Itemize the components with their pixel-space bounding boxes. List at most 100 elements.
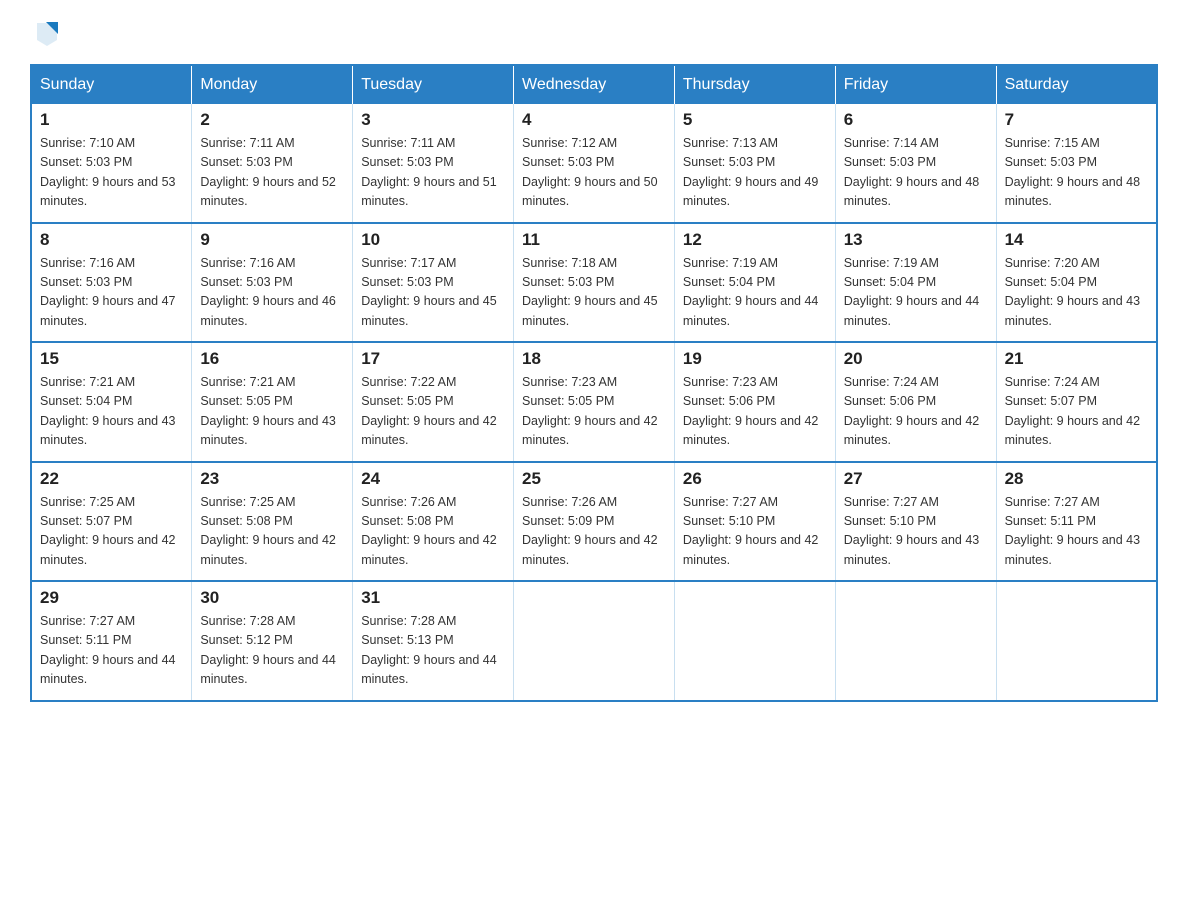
- weekday-header-sunday: Sunday: [31, 65, 192, 104]
- day-number: 25: [522, 469, 666, 489]
- day-number: 8: [40, 230, 183, 250]
- day-number: 26: [683, 469, 827, 489]
- day-number: 19: [683, 349, 827, 369]
- day-number: 4: [522, 110, 666, 130]
- day-number: 27: [844, 469, 988, 489]
- calendar-cell: 13 Sunrise: 7:19 AMSunset: 5:04 PMDaylig…: [835, 223, 996, 343]
- calendar-cell: 1 Sunrise: 7:10 AMSunset: 5:03 PMDayligh…: [31, 104, 192, 223]
- day-info: Sunrise: 7:13 AMSunset: 5:03 PMDaylight:…: [683, 136, 819, 208]
- calendar-cell: 23 Sunrise: 7:25 AMSunset: 5:08 PMDaylig…: [192, 462, 353, 582]
- day-number: 17: [361, 349, 505, 369]
- day-number: 3: [361, 110, 505, 130]
- day-info: Sunrise: 7:21 AMSunset: 5:05 PMDaylight:…: [200, 375, 336, 447]
- calendar-cell: 11 Sunrise: 7:18 AMSunset: 5:03 PMDaylig…: [514, 223, 675, 343]
- calendar-cell: 25 Sunrise: 7:26 AMSunset: 5:09 PMDaylig…: [514, 462, 675, 582]
- day-info: Sunrise: 7:10 AMSunset: 5:03 PMDaylight:…: [40, 136, 176, 208]
- calendar-cell: 19 Sunrise: 7:23 AMSunset: 5:06 PMDaylig…: [674, 342, 835, 462]
- calendar-cell: 21 Sunrise: 7:24 AMSunset: 5:07 PMDaylig…: [996, 342, 1157, 462]
- day-number: 23: [200, 469, 344, 489]
- calendar-cell: 4 Sunrise: 7:12 AMSunset: 5:03 PMDayligh…: [514, 104, 675, 223]
- weekday-header-thursday: Thursday: [674, 65, 835, 104]
- calendar-cell: 24 Sunrise: 7:26 AMSunset: 5:08 PMDaylig…: [353, 462, 514, 582]
- weekday-header-tuesday: Tuesday: [353, 65, 514, 104]
- day-info: Sunrise: 7:25 AMSunset: 5:07 PMDaylight:…: [40, 495, 176, 567]
- calendar-cell: 27 Sunrise: 7:27 AMSunset: 5:10 PMDaylig…: [835, 462, 996, 582]
- day-info: Sunrise: 7:18 AMSunset: 5:03 PMDaylight:…: [522, 256, 658, 328]
- day-number: 21: [1005, 349, 1148, 369]
- calendar-cell: [514, 581, 675, 701]
- day-info: Sunrise: 7:16 AMSunset: 5:03 PMDaylight:…: [40, 256, 176, 328]
- day-info: Sunrise: 7:22 AMSunset: 5:05 PMDaylight:…: [361, 375, 497, 447]
- calendar-week-row: 1 Sunrise: 7:10 AMSunset: 5:03 PMDayligh…: [31, 104, 1157, 223]
- calendar-cell: 31 Sunrise: 7:28 AMSunset: 5:13 PMDaylig…: [353, 581, 514, 701]
- calendar-cell: 17 Sunrise: 7:22 AMSunset: 5:05 PMDaylig…: [353, 342, 514, 462]
- day-number: 11: [522, 230, 666, 250]
- day-info: Sunrise: 7:27 AMSunset: 5:11 PMDaylight:…: [40, 614, 176, 686]
- weekday-header-wednesday: Wednesday: [514, 65, 675, 104]
- calendar-table: SundayMondayTuesdayWednesdayThursdayFrid…: [30, 64, 1158, 702]
- day-number: 24: [361, 469, 505, 489]
- day-info: Sunrise: 7:27 AMSunset: 5:10 PMDaylight:…: [844, 495, 980, 567]
- day-info: Sunrise: 7:11 AMSunset: 5:03 PMDaylight:…: [361, 136, 497, 208]
- calendar-cell: 29 Sunrise: 7:27 AMSunset: 5:11 PMDaylig…: [31, 581, 192, 701]
- calendar-cell: 8 Sunrise: 7:16 AMSunset: 5:03 PMDayligh…: [31, 223, 192, 343]
- calendar-cell: 16 Sunrise: 7:21 AMSunset: 5:05 PMDaylig…: [192, 342, 353, 462]
- calendar-cell: 3 Sunrise: 7:11 AMSunset: 5:03 PMDayligh…: [353, 104, 514, 223]
- day-number: 7: [1005, 110, 1148, 130]
- calendar-week-row: 29 Sunrise: 7:27 AMSunset: 5:11 PMDaylig…: [31, 581, 1157, 701]
- day-info: Sunrise: 7:23 AMSunset: 5:05 PMDaylight:…: [522, 375, 658, 447]
- day-info: Sunrise: 7:11 AMSunset: 5:03 PMDaylight:…: [200, 136, 336, 208]
- day-number: 9: [200, 230, 344, 250]
- logo-icon: [32, 18, 62, 48]
- calendar-header-row: SundayMondayTuesdayWednesdayThursdayFrid…: [31, 65, 1157, 104]
- day-info: Sunrise: 7:23 AMSunset: 5:06 PMDaylight:…: [683, 375, 819, 447]
- day-number: 18: [522, 349, 666, 369]
- logo: [30, 20, 62, 48]
- weekday-header-monday: Monday: [192, 65, 353, 104]
- day-number: 13: [844, 230, 988, 250]
- day-info: Sunrise: 7:24 AMSunset: 5:06 PMDaylight:…: [844, 375, 980, 447]
- day-number: 10: [361, 230, 505, 250]
- day-number: 28: [1005, 469, 1148, 489]
- calendar-week-row: 22 Sunrise: 7:25 AMSunset: 5:07 PMDaylig…: [31, 462, 1157, 582]
- day-info: Sunrise: 7:19 AMSunset: 5:04 PMDaylight:…: [844, 256, 980, 328]
- day-number: 5: [683, 110, 827, 130]
- day-info: Sunrise: 7:28 AMSunset: 5:12 PMDaylight:…: [200, 614, 336, 686]
- day-info: Sunrise: 7:26 AMSunset: 5:08 PMDaylight:…: [361, 495, 497, 567]
- weekday-header-saturday: Saturday: [996, 65, 1157, 104]
- day-info: Sunrise: 7:26 AMSunset: 5:09 PMDaylight:…: [522, 495, 658, 567]
- calendar-cell: 2 Sunrise: 7:11 AMSunset: 5:03 PMDayligh…: [192, 104, 353, 223]
- calendar-cell: 28 Sunrise: 7:27 AMSunset: 5:11 PMDaylig…: [996, 462, 1157, 582]
- day-info: Sunrise: 7:27 AMSunset: 5:10 PMDaylight:…: [683, 495, 819, 567]
- calendar-cell: 12 Sunrise: 7:19 AMSunset: 5:04 PMDaylig…: [674, 223, 835, 343]
- day-number: 29: [40, 588, 183, 608]
- day-number: 20: [844, 349, 988, 369]
- calendar-cell: 9 Sunrise: 7:16 AMSunset: 5:03 PMDayligh…: [192, 223, 353, 343]
- calendar-cell: 14 Sunrise: 7:20 AMSunset: 5:04 PMDaylig…: [996, 223, 1157, 343]
- calendar-cell: 7 Sunrise: 7:15 AMSunset: 5:03 PMDayligh…: [996, 104, 1157, 223]
- day-number: 6: [844, 110, 988, 130]
- calendar-cell: 26 Sunrise: 7:27 AMSunset: 5:10 PMDaylig…: [674, 462, 835, 582]
- day-info: Sunrise: 7:24 AMSunset: 5:07 PMDaylight:…: [1005, 375, 1141, 447]
- day-info: Sunrise: 7:12 AMSunset: 5:03 PMDaylight:…: [522, 136, 658, 208]
- day-number: 2: [200, 110, 344, 130]
- day-number: 30: [200, 588, 344, 608]
- day-info: Sunrise: 7:15 AMSunset: 5:03 PMDaylight:…: [1005, 136, 1141, 208]
- calendar-cell: [996, 581, 1157, 701]
- day-number: 22: [40, 469, 183, 489]
- calendar-cell: 10 Sunrise: 7:17 AMSunset: 5:03 PMDaylig…: [353, 223, 514, 343]
- day-number: 12: [683, 230, 827, 250]
- day-info: Sunrise: 7:20 AMSunset: 5:04 PMDaylight:…: [1005, 256, 1141, 328]
- day-info: Sunrise: 7:14 AMSunset: 5:03 PMDaylight:…: [844, 136, 980, 208]
- calendar-cell: 20 Sunrise: 7:24 AMSunset: 5:06 PMDaylig…: [835, 342, 996, 462]
- calendar-week-row: 8 Sunrise: 7:16 AMSunset: 5:03 PMDayligh…: [31, 223, 1157, 343]
- calendar-cell: [835, 581, 996, 701]
- day-number: 16: [200, 349, 344, 369]
- day-info: Sunrise: 7:19 AMSunset: 5:04 PMDaylight:…: [683, 256, 819, 328]
- day-number: 15: [40, 349, 183, 369]
- calendar-cell: 6 Sunrise: 7:14 AMSunset: 5:03 PMDayligh…: [835, 104, 996, 223]
- day-number: 31: [361, 588, 505, 608]
- page-header: [30, 20, 1158, 48]
- calendar-cell: 18 Sunrise: 7:23 AMSunset: 5:05 PMDaylig…: [514, 342, 675, 462]
- day-number: 1: [40, 110, 183, 130]
